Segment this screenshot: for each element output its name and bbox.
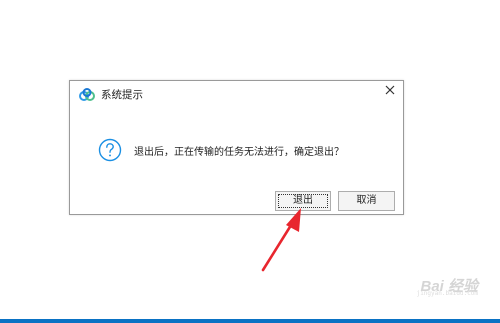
- red-arrow-annotation: [261, 208, 301, 272]
- close-icon[interactable]: [383, 83, 397, 97]
- dialog-title: 系统提示: [101, 89, 143, 101]
- dialog-message: 退出后，正在传输的任务无法进行，确定退出？: [134, 146, 344, 158]
- cancel-button[interactable]: 取消: [338, 191, 395, 211]
- question-icon: [98, 138, 122, 162]
- title-bar: 系统提示: [70, 81, 403, 107]
- baidu-netdisk-icon: [79, 88, 95, 101]
- message-area: 退出后，正在传输的任务无法进行，确定退出？: [98, 137, 344, 163]
- system-prompt-dialog: 系统提示 退出后，正在传输的任务无法进行，确定退出？ 退出 取消: [69, 80, 404, 215]
- taskbar-edge: [0, 319, 500, 323]
- watermark-url: jingyan.baidu.com: [416, 290, 478, 297]
- baidu-jingyan-watermark: Bai 经验 jingyan.baidu.com: [368, 268, 478, 302]
